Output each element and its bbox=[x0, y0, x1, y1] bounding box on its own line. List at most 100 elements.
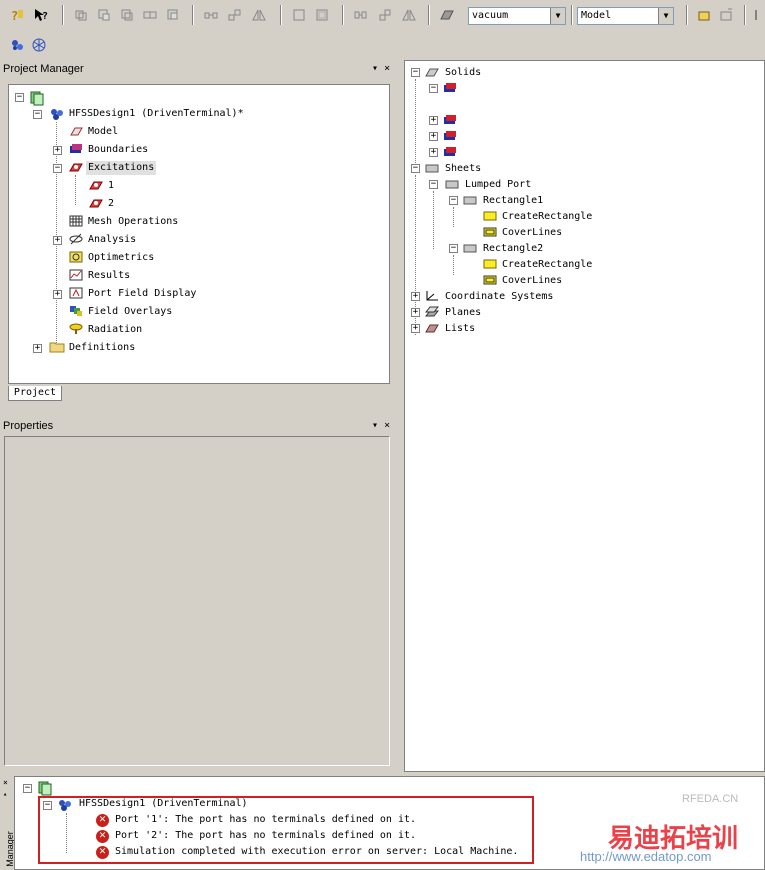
project-icon[interactable] bbox=[29, 90, 45, 106]
create-rectangle-icon bbox=[483, 259, 497, 269]
expand-icon[interactable]: + bbox=[33, 344, 42, 353]
mirror-icon[interactable] bbox=[252, 8, 266, 22]
toolbar-separator bbox=[342, 5, 344, 25]
close-icon[interactable]: × bbox=[384, 420, 390, 431]
tree-item-create-rectangle-1[interactable]: CreateRectangle bbox=[502, 210, 592, 224]
unite-icon[interactable] bbox=[74, 8, 88, 22]
material-combo[interactable]: vacuum ▼ bbox=[468, 7, 566, 25]
svg-text:?: ? bbox=[11, 9, 18, 22]
tree-item-field-overlays[interactable]: Field Overlays bbox=[88, 305, 172, 319]
imprint-icon[interactable] bbox=[166, 8, 180, 22]
move-icon[interactable] bbox=[204, 8, 218, 22]
tree-item-sheets[interactable]: Sheets bbox=[445, 162, 481, 176]
port-icon bbox=[89, 181, 103, 190]
tree-item-solids[interactable]: Solids bbox=[445, 66, 481, 80]
tree-item-boundaries[interactable]: Boundaries bbox=[88, 143, 148, 157]
sheet-icon bbox=[463, 196, 477, 205]
expand-icon[interactable]: + bbox=[53, 290, 62, 299]
expand-icon[interactable]: + bbox=[429, 116, 438, 125]
expand-icon[interactable]: + bbox=[411, 308, 420, 317]
collapse-icon[interactable]: − bbox=[15, 93, 24, 102]
hfss-design-icon[interactable] bbox=[10, 38, 24, 52]
tree-item-cover-lines-1[interactable]: CoverLines bbox=[502, 226, 562, 240]
pin-icon[interactable]: ▾ bbox=[372, 63, 378, 74]
local-cs-icon[interactable] bbox=[719, 8, 733, 22]
secondary-toolbar bbox=[0, 32, 765, 60]
panel-buttons: ▾ × bbox=[372, 420, 390, 431]
watermark-url: http://www.edatop.com bbox=[580, 849, 712, 864]
more-tools-icon[interactable] bbox=[752, 8, 765, 22]
tree-item-create-rectangle-2[interactable]: CreateRectangle bbox=[502, 258, 592, 272]
expand-icon[interactable]: + bbox=[411, 324, 420, 333]
material-icon[interactable] bbox=[440, 8, 454, 22]
close-icon[interactable]: × bbox=[3, 778, 8, 787]
tree-item-port-1[interactable]: 1 bbox=[108, 179, 114, 193]
tree-item-port-field-display[interactable]: Port Field Display bbox=[88, 287, 196, 301]
tree-item-optimetrics[interactable]: Optimetrics bbox=[88, 251, 154, 265]
tree-item-rectangle1[interactable]: Rectangle1 bbox=[483, 194, 543, 208]
splitter[interactable] bbox=[396, 60, 404, 772]
tree-item-mesh-operations[interactable]: Mesh Operations bbox=[88, 215, 178, 229]
chevron-down-icon[interactable]: ▼ bbox=[658, 8, 673, 24]
collapse-icon[interactable]: − bbox=[429, 180, 438, 189]
hfss-design-icon[interactable] bbox=[49, 107, 65, 121]
tree-item-lists[interactable]: Lists bbox=[445, 322, 475, 336]
chevron-down-icon[interactable]: ▼ bbox=[550, 8, 565, 24]
collapse-icon[interactable]: − bbox=[23, 784, 32, 793]
expand-icon[interactable]: + bbox=[53, 146, 62, 155]
tree-item-cover-lines-2[interactable]: CoverLines bbox=[502, 274, 562, 288]
expand-icon[interactable]: + bbox=[53, 236, 62, 245]
tree-item-lumped-port[interactable]: Lumped Port bbox=[465, 178, 531, 192]
duplicate-around-axis-icon[interactable] bbox=[378, 8, 392, 22]
expand-icon[interactable]: + bbox=[429, 148, 438, 157]
split-icon[interactable] bbox=[143, 8, 157, 22]
intersect-icon[interactable] bbox=[120, 8, 134, 22]
results-icon bbox=[69, 269, 83, 281]
tree-item-excitations[interactable]: Excitations bbox=[86, 161, 157, 175]
tree-line bbox=[453, 255, 454, 275]
view-combo[interactable]: Model ▼ bbox=[577, 7, 674, 25]
tree-line bbox=[75, 175, 76, 205]
model-tree: − Solids − + + + − Sheets − Lumped Port … bbox=[404, 60, 765, 772]
tab-project[interactable]: Project bbox=[8, 386, 62, 401]
duplicate-along-line-icon[interactable] bbox=[354, 8, 368, 22]
expand-icon[interactable]: + bbox=[411, 292, 420, 301]
tree-item-model[interactable]: Model bbox=[88, 125, 118, 139]
whats-this-icon[interactable]: ? bbox=[34, 8, 48, 22]
tree-design-label[interactable]: HFSSDesign1 (DrivenTerminal)* bbox=[69, 107, 244, 121]
tree-item-port-2[interactable]: 2 bbox=[108, 197, 114, 211]
collapse-icon[interactable]: − bbox=[449, 196, 458, 205]
tree-item-definitions[interactable]: Definitions bbox=[69, 341, 135, 355]
material-combo-value: vacuum bbox=[472, 10, 509, 21]
collapse-icon[interactable]: − bbox=[53, 164, 62, 173]
tree-item-coordinate-systems[interactable]: Coordinate Systems bbox=[445, 290, 553, 304]
view-combo-value: Model bbox=[581, 10, 612, 21]
tree-item-rectangle2[interactable]: Rectangle2 bbox=[483, 242, 543, 256]
help-icon[interactable]: ? bbox=[10, 8, 24, 22]
pin-icon[interactable]: ▴ bbox=[3, 790, 7, 798]
expand-icon[interactable]: + bbox=[429, 132, 438, 141]
collapse-icon[interactable]: − bbox=[411, 164, 420, 173]
optimetrics-icon bbox=[69, 251, 83, 263]
collapse-icon[interactable]: − bbox=[411, 68, 420, 77]
project-tree: − − HFSSDesign1 (DrivenTerminal)* Model … bbox=[8, 84, 390, 384]
boundaries-icon bbox=[70, 144, 82, 153]
thicken-icon[interactable] bbox=[315, 8, 329, 22]
subtract-icon[interactable] bbox=[97, 8, 111, 22]
tree-item-planes[interactable]: Planes bbox=[445, 306, 481, 320]
collapse-icon[interactable]: − bbox=[33, 110, 42, 119]
close-icon[interactable]: × bbox=[384, 63, 390, 74]
collapse-icon[interactable]: − bbox=[429, 84, 438, 93]
duplicate-mirror-icon[interactable] bbox=[402, 8, 416, 22]
radiation-icon[interactable] bbox=[32, 38, 46, 52]
rotate-icon[interactable] bbox=[228, 8, 242, 22]
sweep-icon[interactable] bbox=[292, 8, 306, 22]
tree-item-results[interactable]: Results bbox=[88, 269, 130, 283]
pin-icon[interactable]: ▾ bbox=[372, 420, 378, 431]
port-field-icon bbox=[69, 287, 83, 299]
tree-item-analysis[interactable]: Analysis bbox=[88, 233, 136, 247]
coordinate-systems-icon bbox=[426, 291, 438, 301]
collapse-icon[interactable]: − bbox=[449, 244, 458, 253]
tree-item-radiation[interactable]: Radiation bbox=[88, 323, 142, 337]
box-icon[interactable] bbox=[697, 8, 711, 22]
